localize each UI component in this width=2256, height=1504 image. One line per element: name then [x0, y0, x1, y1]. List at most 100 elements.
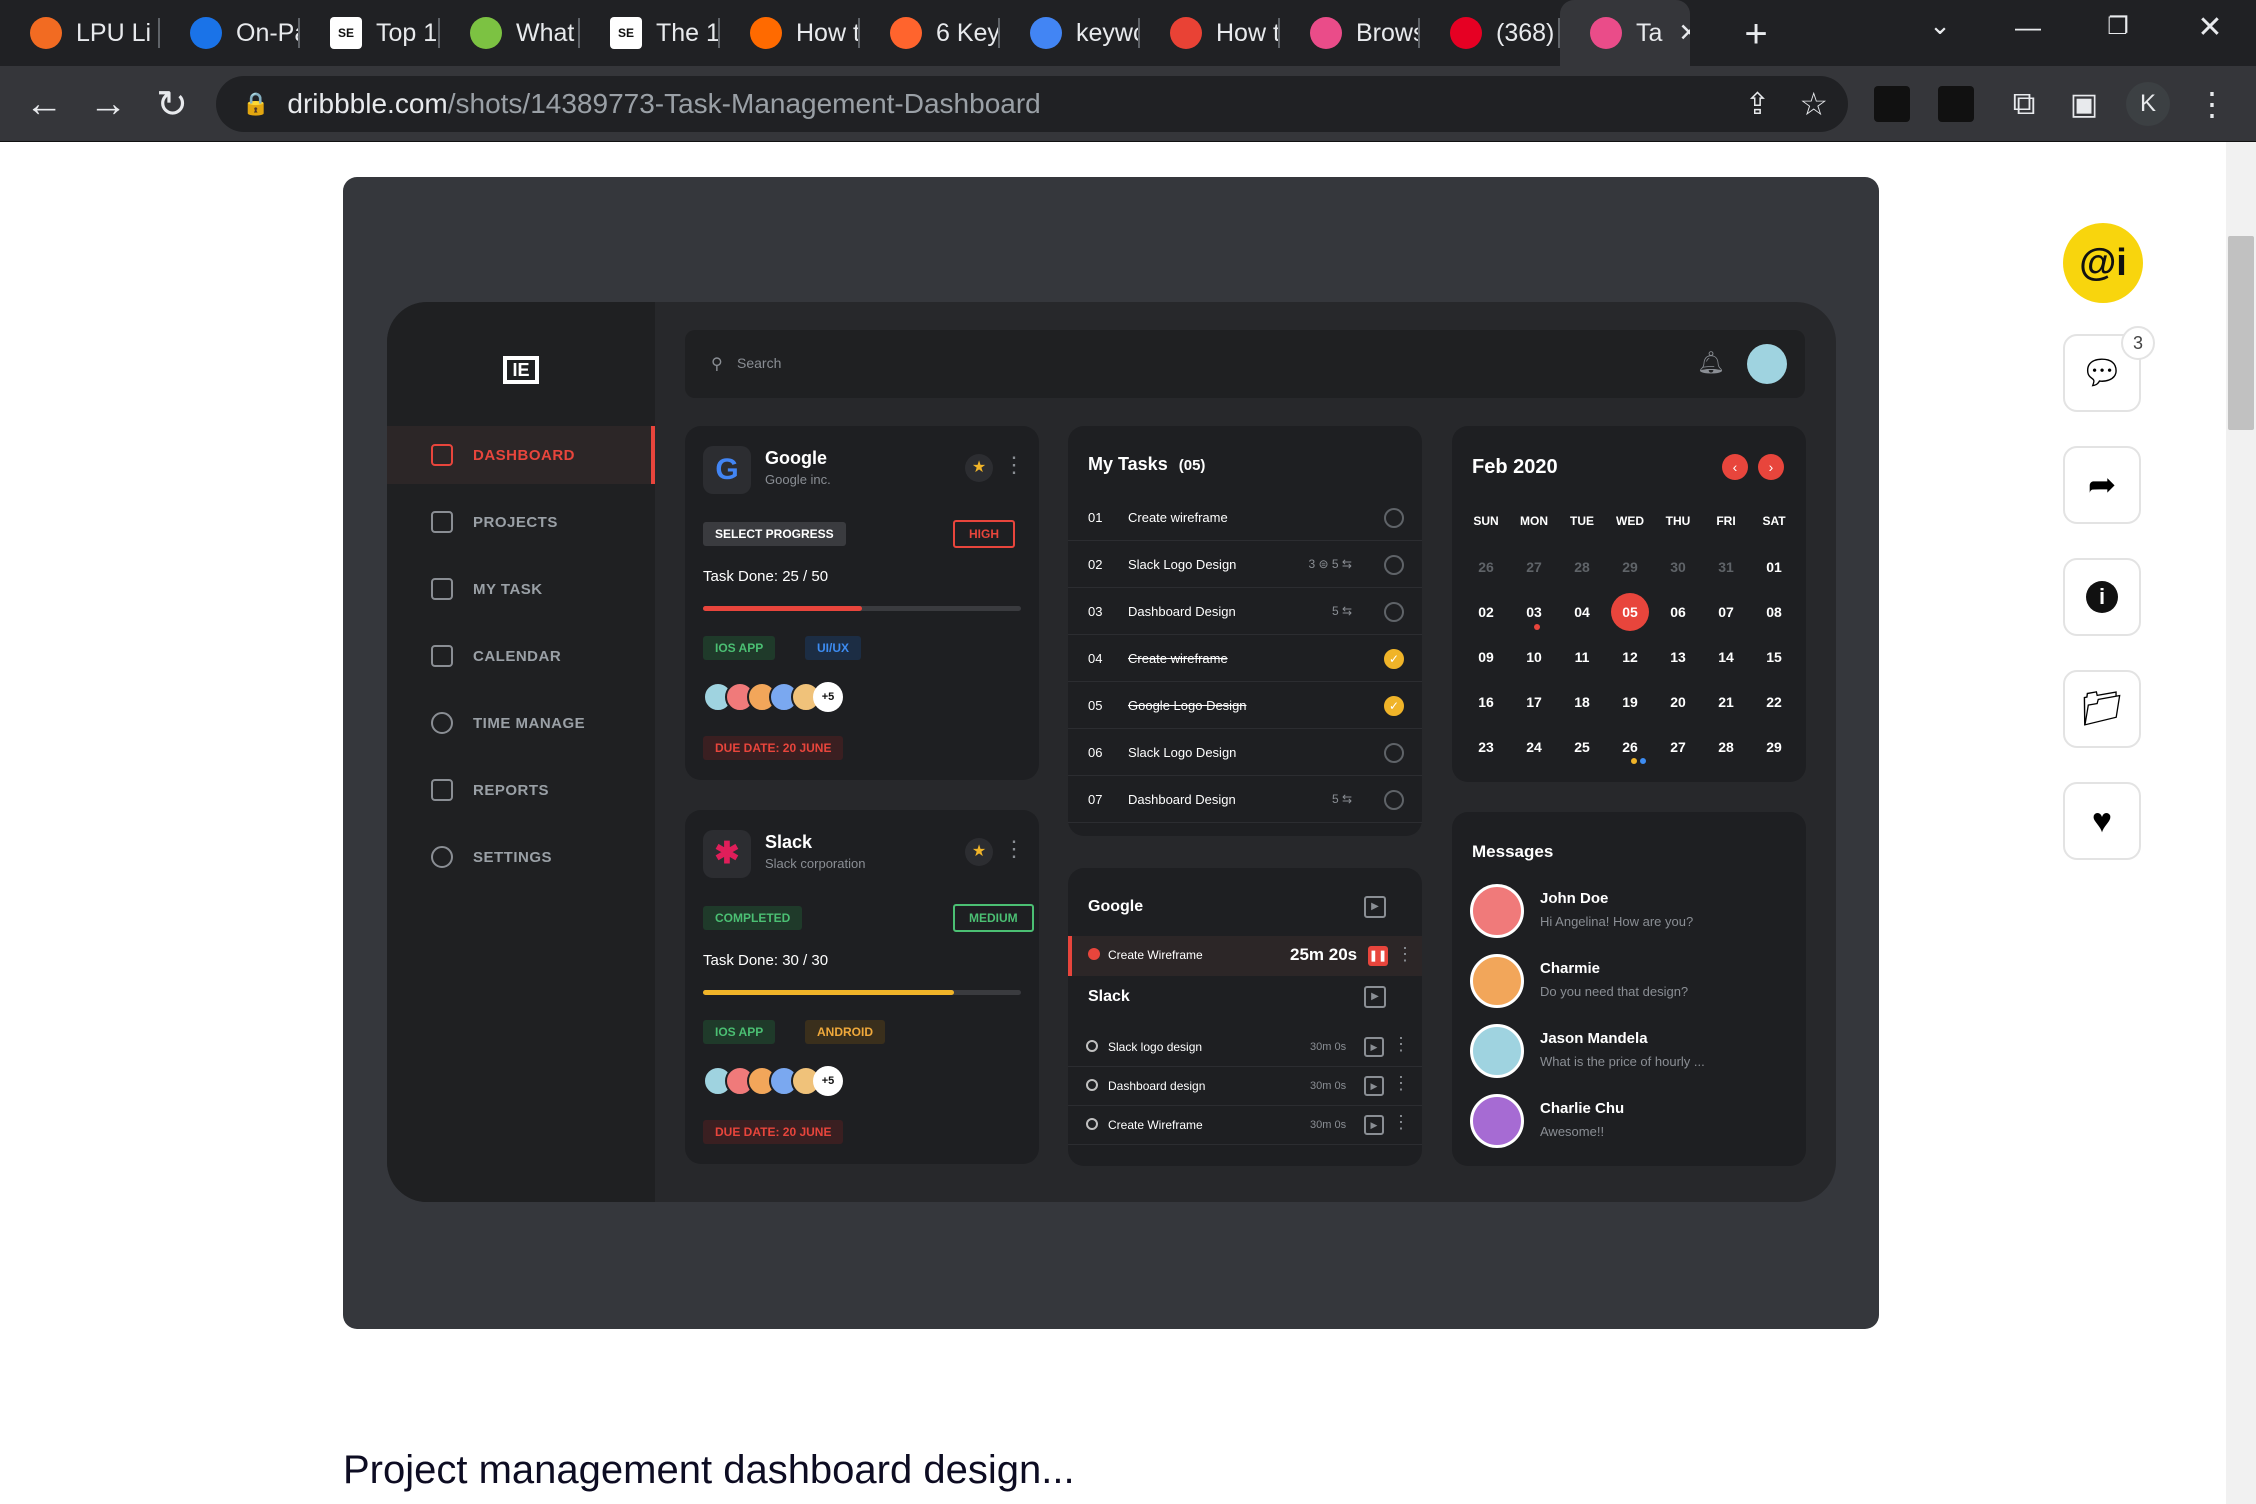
calendar-day[interactable]: 28 — [1704, 730, 1748, 764]
extension-icon[interactable] — [1938, 86, 1974, 122]
sidepanel-icon[interactable]: ▣ — [2060, 80, 2108, 128]
more-icon[interactable]: ⋮ — [1003, 452, 1025, 478]
bookmark-star-icon[interactable]: ☆ — [1799, 85, 1828, 123]
add-to-collection-button[interactable]: 📁︎ — [2063, 670, 2141, 748]
star-icon[interactable]: ★ — [965, 454, 993, 482]
pause-icon[interactable]: ❚❚ — [1368, 946, 1388, 966]
next-month-button[interactable]: › — [1758, 454, 1784, 480]
more-icon[interactable]: ⋮ — [1003, 836, 1025, 862]
browser-tab[interactable]: Brows — [1280, 0, 1420, 66]
tag-badge[interactable]: IOS APP — [703, 1020, 776, 1044]
browser-tab[interactable]: What — [440, 0, 580, 66]
more-members-badge[interactable]: +5 — [813, 682, 843, 712]
calendar-day[interactable]: 20 — [1656, 685, 1700, 719]
task-checkbox[interactable] — [1384, 743, 1404, 763]
nav-item-dashboard[interactable]: DASHBOARD — [387, 426, 655, 484]
active-timer-row[interactable]: Create Wireframe 25m 20s ❚❚ ⋮ — [1068, 936, 1422, 976]
nav-item-my-task[interactable]: MY TASK — [387, 560, 655, 618]
star-icon[interactable]: ★ — [965, 838, 993, 866]
new-tab-button[interactable]: + — [1736, 14, 1776, 54]
calendar-day[interactable]: 18 — [1560, 685, 1604, 719]
task-checkbox[interactable] — [1384, 508, 1404, 528]
tag-badge[interactable]: UI/UX — [805, 636, 862, 660]
message-item[interactable]: John Doe Hi Angelina! How are you? — [1452, 880, 1806, 944]
like-button[interactable]: ♥ — [2063, 782, 2141, 860]
calendar-day[interactable]: 07 — [1704, 595, 1748, 629]
calendar-day[interactable]: 29 — [1752, 730, 1796, 764]
tag-badge[interactable]: ANDROID — [805, 1020, 885, 1044]
timer-row[interactable]: Create Wireframe 30m 0s ▶ ⋮ — [1068, 1106, 1422, 1145]
play-icon[interactable]: ▶ — [1364, 896, 1386, 918]
calendar-day[interactable]: 04 — [1560, 595, 1604, 629]
more-icon[interactable]: ⋮ — [1392, 1073, 1410, 1094]
calendar-day[interactable]: 11 — [1560, 640, 1604, 674]
calendar-day[interactable]: 12 — [1608, 640, 1652, 674]
minimize-button[interactable]: — — [2008, 12, 2048, 52]
bell-icon[interactable]: 🔔︎ — [1697, 350, 1725, 376]
browser-tab[interactable]: SE The 1( — [580, 0, 720, 66]
calendar-day[interactable]: 02 — [1464, 595, 1508, 629]
more-icon[interactable]: ⋮ — [1392, 1034, 1410, 1055]
close-window-button[interactable]: ✕ — [2190, 10, 2230, 50]
nav-item-calendar[interactable]: CALENDAR — [387, 627, 655, 685]
browser-tab[interactable]: On-Pa — [160, 0, 300, 66]
nav-item-projects[interactable]: PROJECTS — [387, 493, 655, 551]
calendar-day[interactable]: 05 — [1611, 593, 1649, 631]
task-row[interactable]: 06 Slack Logo Design — [1068, 729, 1422, 776]
priority-badge[interactable]: MEDIUM — [953, 904, 1034, 932]
calendar-day[interactable]: 14 — [1704, 640, 1748, 674]
close-tab-icon[interactable]: ✕ — [1678, 18, 1690, 48]
calendar-day[interactable]: 08 — [1752, 595, 1796, 629]
calendar-day[interactable]: 01 — [1752, 550, 1796, 584]
browser-tab[interactable]: SE Top 1( — [300, 0, 440, 66]
calendar-day[interactable]: 27 — [1656, 730, 1700, 764]
calendar-day[interactable]: 21 — [1704, 685, 1748, 719]
calendar-day[interactable]: 27 — [1512, 550, 1556, 584]
back-icon[interactable]: ← — [20, 80, 68, 128]
puzzle-icon[interactable]: ⧉ — [2000, 80, 2048, 128]
task-row[interactable]: 02 Slack Logo Design 3 ⊜ 5 ⇆ — [1068, 541, 1422, 588]
more-icon[interactable]: ⋮ — [1392, 1112, 1410, 1133]
calendar-day[interactable]: 09 — [1464, 640, 1508, 674]
calendar-day[interactable]: 16 — [1464, 685, 1508, 719]
profile-avatar[interactable]: K — [2126, 82, 2170, 126]
more-icon[interactable]: ⋮ — [1396, 944, 1414, 965]
browser-tab[interactable]: Ta ✕ — [1560, 0, 1690, 66]
message-item[interactable]: Charlie Chu Awesome!! — [1452, 1090, 1806, 1154]
message-item[interactable]: Jason Mandela What is the price of hourly… — [1452, 1020, 1806, 1084]
nav-item-settings[interactable]: SETTINGS — [387, 828, 655, 886]
task-checkbox[interactable] — [1384, 602, 1404, 622]
search-bar[interactable]: ⚲ Search 🔔︎ — [685, 330, 1805, 398]
user-avatar[interactable] — [1747, 344, 1787, 384]
timer-row[interactable]: Dashboard design 30m 0s ▶ ⋮ — [1068, 1067, 1422, 1106]
extension-icon[interactable] — [1874, 86, 1910, 122]
calendar-day[interactable]: 25 — [1560, 730, 1604, 764]
calendar-day[interactable]: 28 — [1560, 550, 1604, 584]
prev-month-button[interactable]: ‹ — [1722, 454, 1748, 480]
play-icon[interactable]: ▶ — [1364, 1076, 1384, 1096]
menu-icon[interactable]: ⋮ — [2188, 80, 2236, 128]
nav-item-time-manage[interactable]: TIME MANAGE — [387, 694, 655, 752]
info-button[interactable]: i — [2063, 558, 2141, 636]
browser-tab[interactable]: 6 Key — [860, 0, 1000, 66]
task-checkbox[interactable] — [1384, 790, 1404, 810]
designer-avatar[interactable]: @i — [2063, 223, 2143, 303]
task-checkbox[interactable] — [1384, 555, 1404, 575]
calendar-day[interactable]: 26 — [1464, 550, 1508, 584]
tag-badge[interactable]: IOS APP — [703, 636, 776, 660]
more-members-badge[interactable]: +5 — [813, 1066, 843, 1096]
task-row[interactable]: 01 Create wireframe — [1068, 494, 1422, 541]
calendar-day[interactable]: 29 — [1608, 550, 1652, 584]
calendar-day[interactable]: 10 — [1512, 640, 1556, 674]
browser-tab[interactable]: How t — [720, 0, 860, 66]
play-icon[interactable]: ▶ — [1364, 1037, 1384, 1057]
task-checkbox[interactable]: ✓ — [1384, 696, 1404, 716]
scrollbar-thumb[interactable] — [2228, 236, 2254, 430]
calendar-day[interactable]: 17 — [1512, 685, 1556, 719]
play-icon[interactable]: ▶ — [1364, 986, 1386, 1008]
restore-button[interactable]: ❐ — [2098, 12, 2138, 52]
forward-icon[interactable]: → — [84, 80, 132, 128]
browser-tab[interactable]: (368) — [1420, 0, 1560, 66]
calendar-day[interactable]: 15 — [1752, 640, 1796, 674]
share-button[interactable]: ➦ — [2063, 446, 2141, 524]
